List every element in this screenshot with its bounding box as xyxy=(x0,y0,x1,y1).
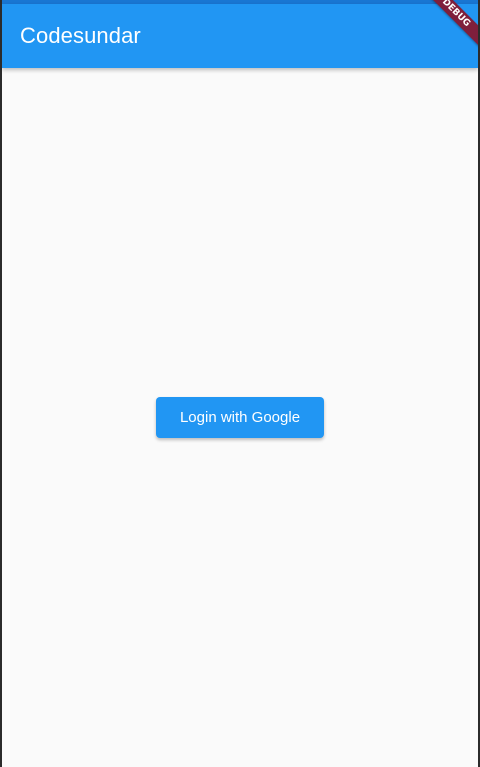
main-content: Login with Google xyxy=(2,68,478,767)
app-bar: Codesundar xyxy=(2,4,478,68)
login-with-google-button[interactable]: Login with Google xyxy=(156,397,324,438)
app-title: Codesundar xyxy=(20,23,141,48)
app-screen: Codesundar DEBUG Login with Google xyxy=(2,0,478,767)
